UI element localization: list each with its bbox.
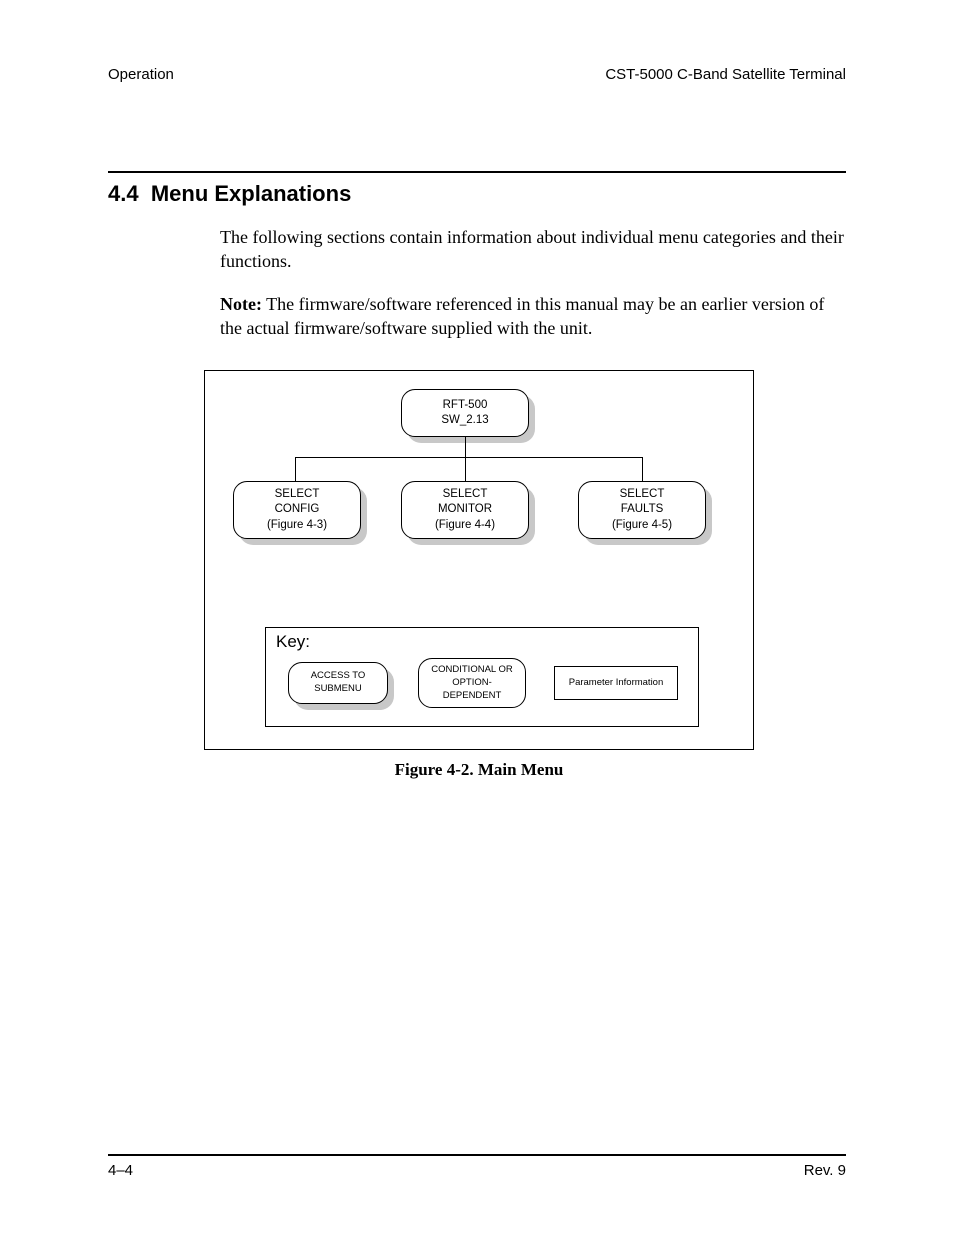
child-line: (Figure 4-5) [612, 518, 672, 534]
key-submenu-box: ACCESS TO SUBMENU [288, 662, 388, 704]
key-conditional-box: CONDITIONAL OR OPTION- DEPENDENT [418, 658, 526, 708]
child-line: (Figure 4-4) [435, 518, 495, 534]
child-line: MONITOR [438, 502, 492, 518]
diagram-child-monitor: SELECT MONITOR (Figure 4-4) [401, 481, 529, 539]
child-line: SELECT [620, 487, 665, 503]
note-body: The firmware/software referenced in this… [220, 294, 824, 338]
header-rule [108, 171, 846, 173]
section-title-text: Menu Explanations [151, 181, 351, 206]
note-label: Note: [220, 294, 262, 314]
intro-paragraph: The following sections contain informati… [220, 225, 846, 274]
header-left: Operation [108, 66, 174, 83]
key-line: ACCESS TO [311, 670, 366, 683]
footer-rule [108, 1154, 846, 1156]
root-line2: SW_2.13 [441, 413, 488, 429]
root-line1: RFT-500 [443, 398, 488, 414]
key-line: OPTION- [452, 677, 492, 690]
section-body: The following sections contain informati… [220, 225, 846, 340]
diagram-child-faults: SELECT FAULTS (Figure 4-5) [578, 481, 706, 539]
connector-line [465, 457, 466, 481]
child-line: CONFIG [275, 502, 320, 518]
key-line: Parameter Information [569, 677, 664, 690]
diagram-child-config: SELECT CONFIG (Figure 4-3) [233, 481, 361, 539]
section-heading: 4.4 Menu Explanations [108, 181, 846, 207]
figure-wrap: RFT-500 SW_2.13 SELECT CONFIG (Figure 4-… [204, 370, 754, 780]
key-line: DEPENDENT [443, 690, 502, 703]
diagram-root-node: RFT-500 SW_2.13 [401, 389, 529, 437]
figure-caption: Figure 4-2. Main Menu [204, 760, 754, 780]
footer-page-number: 4–4 [108, 1162, 133, 1179]
key-line: CONDITIONAL OR [431, 664, 512, 677]
running-header: Operation CST-5000 C-Band Satellite Term… [108, 66, 846, 83]
note-paragraph: Note: The firmware/software referenced i… [220, 292, 846, 341]
key-param-box: Parameter Information [554, 666, 678, 700]
key-title: Key: [276, 632, 310, 652]
connector-line [465, 437, 466, 457]
footer-revision: Rev. 9 [804, 1162, 846, 1179]
connector-line [642, 457, 643, 481]
child-line: FAULTS [621, 502, 664, 518]
diagram-frame: RFT-500 SW_2.13 SELECT CONFIG (Figure 4-… [204, 370, 754, 750]
page-footer: 4–4 Rev. 9 [108, 1154, 846, 1179]
key-line: SUBMENU [314, 683, 362, 696]
child-line: SELECT [275, 487, 320, 503]
section-number: 4.4 [108, 181, 139, 206]
child-line: SELECT [443, 487, 488, 503]
child-line: (Figure 4-3) [267, 518, 327, 534]
header-right: CST-5000 C-Band Satellite Terminal [605, 66, 846, 83]
diagram-key-box: Key: ACCESS TO SUBMENU CONDITIONAL OR OP… [265, 627, 699, 727]
connector-line [295, 457, 296, 481]
connector-line [295, 457, 643, 458]
